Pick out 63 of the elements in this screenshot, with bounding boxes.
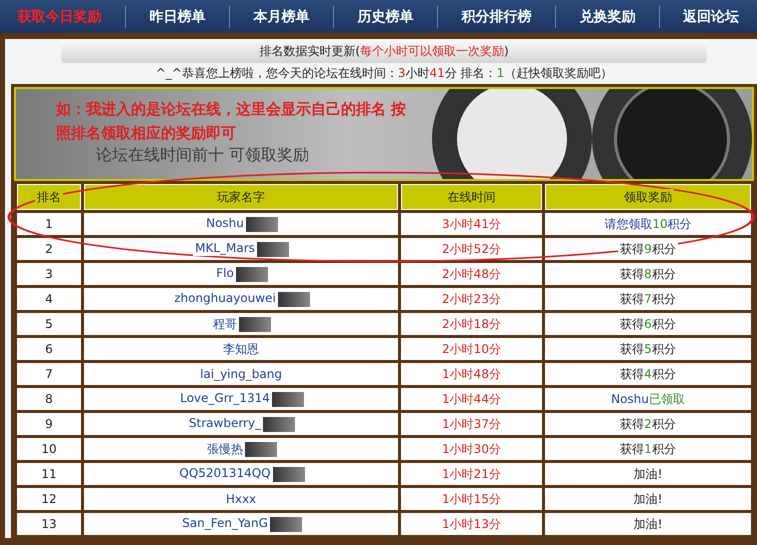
player-link[interactable]: lai_ying_bang	[198, 366, 284, 382]
rank-cell: 5	[17, 313, 81, 335]
nav-link[interactable]: 兑换奖励	[579, 8, 636, 26]
rank-cell: 8	[17, 388, 81, 410]
time-cell: 2小时52分	[401, 238, 542, 260]
time-cell: 1小时30分	[401, 438, 542, 460]
time-cell: 2小时18分	[401, 313, 542, 335]
reward-cell: 获得1积分	[545, 438, 751, 460]
reward-cell: 加油!	[545, 513, 751, 535]
status-message: ^_^恭喜您上榜啦，您今天的论坛在线时间：3小时41分 排名：1（赶快领取奖励吧）	[154, 65, 614, 82]
column-header: 排名	[17, 184, 81, 210]
reward-cell: 加油!	[545, 488, 751, 510]
player-link[interactable]: 李知恩	[221, 340, 261, 356]
rank-cell: 6	[17, 338, 81, 360]
reward-cell: 获得7积分	[545, 288, 751, 310]
time-cell: 2小时48分	[401, 263, 542, 285]
rank-cell: 13	[17, 513, 81, 535]
reward-cell: 获得4积分	[545, 363, 751, 385]
time-cell: 1小时37分	[401, 413, 542, 435]
annotation-text: 如：我进入的是论坛在线，这里会显示自己的排名 按照排名领取相应的奖励即可	[56, 99, 408, 144]
time-cell: 1小时21分	[401, 463, 542, 485]
nav-link[interactable]: 历史榜单	[357, 8, 414, 26]
player-link[interactable]: Love_Grr_1314	[178, 390, 272, 406]
reward-cell: 请您领取10积分	[545, 213, 751, 235]
nav-link[interactable]: 本月榜单	[254, 8, 310, 26]
time-cell: 1小时13分	[401, 513, 542, 535]
player-link[interactable]: San_Fen_YanG	[180, 515, 270, 532]
rank-cell: 9	[17, 413, 81, 435]
time-cell: 1小时15分	[401, 488, 542, 510]
reward-cell: Noshu已领取	[545, 388, 751, 410]
rank-cell: 12	[17, 488, 81, 510]
reward-cell: 加油!	[545, 463, 751, 485]
reward-cell: 获得9积分	[545, 238, 751, 260]
reward-cell: 获得5积分	[545, 338, 751, 360]
rank-cell: 3	[17, 263, 81, 285]
column-header: 在线时间	[401, 184, 542, 210]
time-cell: 1小时48分	[401, 363, 542, 385]
column-header: 领取奖励	[545, 184, 751, 210]
rank-cell: 10	[17, 438, 81, 460]
nav-link[interactable]: 返回论坛	[683, 8, 740, 26]
player-link[interactable]: 張慢热	[205, 440, 245, 456]
reward-cell: 获得2积分	[545, 413, 751, 435]
time-cell: 3小时41分	[401, 213, 542, 235]
update-notice: 排名数据实时更新(每个小时可以领取一次奖励)	[259, 42, 509, 60]
rank-cell: 4	[17, 288, 81, 310]
player-link[interactable]: zhonghuayouwei	[172, 290, 278, 306]
player-link[interactable]: Strawberry_	[186, 415, 264, 432]
nav-link[interactable]: 积分排行榜	[461, 8, 532, 26]
rank-cell: 2	[17, 238, 81, 260]
rank-cell: 7	[17, 363, 81, 385]
time-cell: 2小时23分	[401, 288, 542, 310]
nav-link[interactable]: 昨日榜单	[150, 8, 206, 26]
player-link[interactable]: MKL_Mars	[193, 240, 257, 256]
player-link[interactable]: QQ5201314QQ	[177, 465, 273, 482]
rank-cell: 11	[17, 463, 81, 485]
player-link[interactable]: 程哥	[211, 316, 239, 332]
reward-cell: 获得8积分	[545, 263, 751, 285]
rank-cell: 1	[17, 213, 81, 235]
banner-caption: 论坛在线时间前十 可领取奖励	[96, 145, 310, 166]
time-cell: 2小时10分	[401, 338, 542, 360]
column-header: 玩家名字	[84, 184, 398, 210]
reward-cell: 获得6积分	[545, 313, 751, 335]
time-cell: 1小时44分	[401, 388, 542, 410]
